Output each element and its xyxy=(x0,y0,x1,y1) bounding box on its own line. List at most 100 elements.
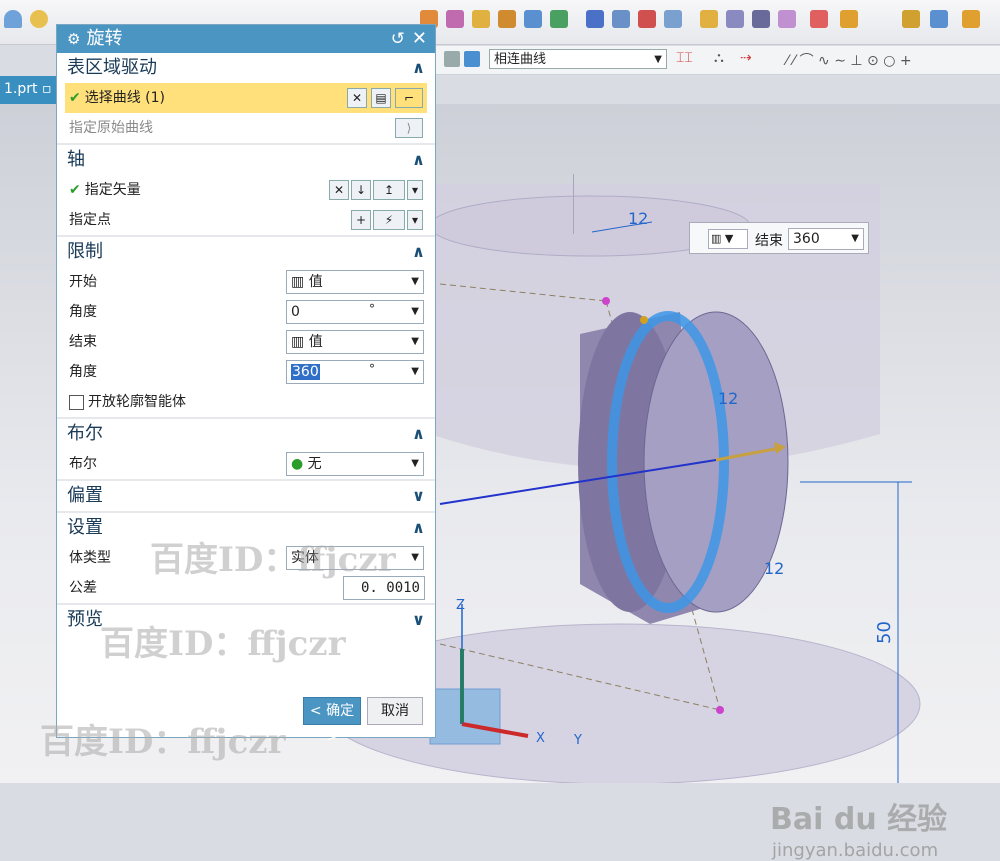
limits-header[interactable]: 限制 ∧ xyxy=(57,235,435,267)
axis-label-x: X xyxy=(536,731,545,746)
start-select[interactable]: ▥ 值 ▼ xyxy=(286,270,424,294)
check-icon: ✔ xyxy=(69,90,81,106)
boolean-select[interactable]: ● 无 ▼ xyxy=(286,452,424,476)
close-icon[interactable]: ✕ xyxy=(412,25,427,53)
cancel-button[interactable]: 取消 xyxy=(367,697,423,725)
snap-mid-icon[interactable]: ⛬ xyxy=(714,50,724,66)
none-icon: ● xyxy=(291,456,304,472)
chevron-down-icon: ▼ xyxy=(411,336,419,347)
axis-header[interactable]: 轴 ∧ xyxy=(57,143,435,175)
angle1-value: 0 xyxy=(291,304,300,320)
angle2-label: 角度 xyxy=(69,364,97,380)
curve-rule-value: 相连曲线 xyxy=(494,52,547,67)
graphics-viewport[interactable]: 12 12 12 50 Z X Y ⚙ 旋转 ↺ ✕ 表区域驱动 ∧ ✔ 选择曲线 (… xyxy=(0,24,1000,861)
preview-title: 预览 xyxy=(67,609,103,630)
dim-50: 50 xyxy=(874,621,895,644)
start-value: 值 xyxy=(308,274,323,290)
angle1-input[interactable]: 0 ° ▼ xyxy=(286,300,424,324)
thicken-icon[interactable] xyxy=(902,10,920,28)
move-icon[interactable] xyxy=(778,10,796,28)
dim-12-mid: 12 xyxy=(718,389,738,408)
sheet-icon[interactable] xyxy=(962,10,980,28)
end-angle-onscreen-input: ▥ ▼ 结束 360 ▼ xyxy=(689,222,869,254)
angle2-input[interactable]: 360 ° ▼ xyxy=(286,360,424,384)
dim-12-bottom: 12 xyxy=(764,559,784,578)
vector-dialog-icon[interactable]: ↓ xyxy=(351,180,371,200)
gear-icon[interactable]: ⚙ xyxy=(67,30,80,48)
part-file-tab[interactable]: 1.prt ▫ xyxy=(0,76,58,104)
end-type-select[interactable]: ▥ ▼ xyxy=(708,229,748,249)
baidu-url: jingyan.baidu.com xyxy=(772,840,939,861)
unite-icon[interactable] xyxy=(524,10,542,28)
chevron-down-icon: ▼ xyxy=(411,366,419,377)
tolerance-label: 公差 xyxy=(69,580,97,596)
spec-vector-row[interactable]: ✔ 指定矢量 ✕ ↓ ↥ ▾ xyxy=(57,175,435,205)
check-icon: ✔ xyxy=(69,182,81,198)
open-profile-checkbox[interactable] xyxy=(69,394,84,410)
snap-point-icon[interactable]: ⇢ xyxy=(740,50,752,66)
curve-rule-icon[interactable]: ✕ xyxy=(347,88,367,108)
end-select[interactable]: ▥ 值 ▼ xyxy=(286,330,424,354)
chevron-down-icon[interactable]: ▾ xyxy=(407,180,423,200)
mirror-icon[interactable] xyxy=(752,10,770,28)
collapse-icon: ∧ xyxy=(412,150,425,169)
end-box-value: 360 xyxy=(793,231,820,247)
tube-icon[interactable] xyxy=(930,10,948,28)
ok-button[interactable]: < 确定 > xyxy=(303,697,361,745)
snap-end-icon[interactable]: ⌶⌶ xyxy=(676,50,693,66)
chevron-down-icon[interactable]: ▾ xyxy=(407,210,423,230)
dim-12-top: 12 xyxy=(628,209,648,228)
cone-icon[interactable] xyxy=(4,10,22,28)
spec-vector-label: 指定矢量 xyxy=(84,182,141,198)
subtract-icon[interactable] xyxy=(550,10,568,28)
expand-icon: ∨ xyxy=(412,610,425,629)
pattern-icon[interactable] xyxy=(498,10,516,28)
blend-icon[interactable] xyxy=(638,10,656,28)
sew-icon[interactable] xyxy=(840,10,858,28)
limits-title: 限制 xyxy=(67,241,103,262)
trim-icon[interactable] xyxy=(612,10,630,28)
select-curve-label: 选择曲线 (1) xyxy=(84,90,166,106)
boolean-label: 布尔 xyxy=(69,456,97,472)
snap-point[interactable] xyxy=(602,297,610,305)
sketch-icon[interactable]: ▤ xyxy=(371,88,391,108)
draft-icon[interactable] xyxy=(726,10,744,28)
settings-title: 设置 xyxy=(67,517,103,538)
chevron-down-icon: ▼ xyxy=(411,306,419,317)
intersect-icon[interactable] xyxy=(586,10,604,28)
filter-icon[interactable] xyxy=(444,51,460,67)
offset-header[interactable]: 偏置 ∨ xyxy=(57,479,435,511)
chevron-down-icon: ▼ xyxy=(851,233,859,244)
collapse-icon: ∧ xyxy=(412,518,425,537)
chamfer-icon[interactable] xyxy=(664,10,682,28)
reverse-direction-icon[interactable]: ✕ xyxy=(329,180,349,200)
sphere-icon[interactable] xyxy=(30,10,48,28)
section-drive-header[interactable]: 表区域驱动 ∧ xyxy=(57,53,435,83)
boolean-header[interactable]: 布尔 ∧ xyxy=(57,417,435,449)
revolve-icon[interactable] xyxy=(446,10,464,28)
body-icon[interactable] xyxy=(464,51,480,67)
inferred-point-icon[interactable]: ⚡ xyxy=(373,210,405,230)
end-box-value-input[interactable]: 360 ▼ xyxy=(788,228,864,250)
snap-curve-icon[interactable]: ⁄ ⁄ ⌒ ∿ ∼ ⊥ ⊙ ○ + xyxy=(786,50,912,70)
reset-icon[interactable]: ↺ xyxy=(391,25,405,53)
offset-face-icon[interactable] xyxy=(810,10,828,28)
axis-label-y: Y xyxy=(573,733,582,748)
snap-point[interactable] xyxy=(716,706,724,714)
curve-rule-select[interactable]: 相连曲线 ▼ xyxy=(489,49,667,69)
chevron-down-icon: ▼ xyxy=(411,458,419,469)
orig-curve-icon[interactable]: ⟩ xyxy=(395,118,423,138)
tolerance-value: 0. 0010 xyxy=(360,580,420,596)
block-icon[interactable] xyxy=(472,10,490,28)
file-tab-label: 1.prt xyxy=(4,81,38,97)
inferred-vector-icon[interactable]: ↥ xyxy=(373,180,405,200)
spec-point-row[interactable]: 指定点 + ⚡ ▾ xyxy=(57,205,435,235)
point-dialog-icon[interactable]: + xyxy=(351,210,371,230)
spec-orig-curve-row[interactable]: 指定原始曲线 ⟩ xyxy=(57,113,435,143)
end-box-label: 结束 xyxy=(755,233,783,249)
handle-point[interactable] xyxy=(640,316,648,324)
open-profile-row[interactable]: 开放轮廓智能体 xyxy=(57,387,435,417)
open-profile-label: 开放轮廓智能体 xyxy=(88,394,186,410)
shell-icon[interactable] xyxy=(700,10,718,28)
section-curve-icon[interactable]: ⌐ xyxy=(395,88,423,108)
